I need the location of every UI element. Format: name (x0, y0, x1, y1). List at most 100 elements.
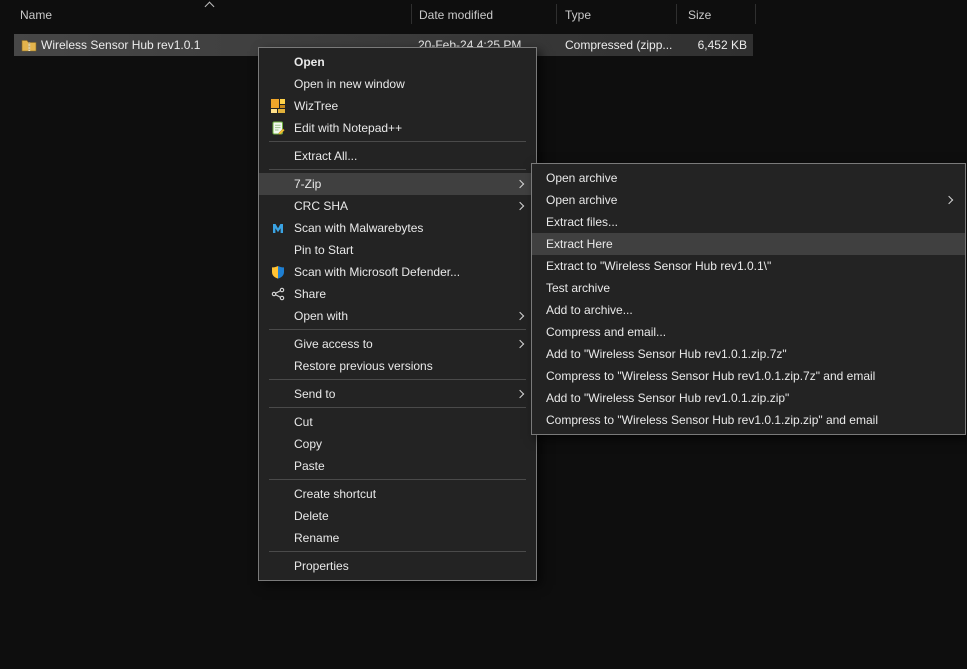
7zip-submenu-item-open-archive[interactable]: Open archive (532, 167, 965, 189)
7zip-submenu-item-add-to-wireless-sensor-hub-rev1-0-1-zip-zip[interactable]: Add to "Wireless Sensor Hub rev1.0.1.zip… (532, 387, 965, 409)
column-header-name[interactable]: Name (0, 2, 411, 28)
context-menu-item-copy[interactable]: Copy (259, 433, 536, 455)
7zip-submenu-item-label: Test archive (546, 281, 610, 295)
7zip-submenu-item-test-archive[interactable]: Test archive (532, 277, 965, 299)
context-menu-item-label: 7-Zip (294, 177, 321, 191)
context-menu-item-label: Open with (294, 309, 348, 323)
context-menu-item-label: Edit with Notepad++ (294, 121, 402, 135)
7zip-submenu-item-compress-to-wireless-sensor-hub-rev1-0-1-zip-zip-and-email[interactable]: Compress to "Wireless Sensor Hub rev1.0.… (532, 409, 965, 431)
menu-icon-slot (269, 308, 287, 324)
column-header-size[interactable]: Size (676, 2, 755, 28)
menu-icon-slot (269, 148, 287, 164)
context-menu-item-edit-with-notepad[interactable]: Edit with Notepad++ (259, 117, 536, 139)
7zip-submenu-item-add-to-archive[interactable]: Add to archive... (532, 299, 965, 321)
menu-icon-slot (269, 558, 287, 574)
7zip-submenu-item-label: Add to "Wireless Sensor Hub rev1.0.1.zip… (546, 347, 787, 361)
context-menu-item-open[interactable]: Open (259, 51, 536, 73)
context-menu-item-pin-to-start[interactable]: Pin to Start (259, 239, 536, 261)
context-menu-separator (269, 379, 526, 380)
malwarebytes-icon (269, 220, 287, 236)
context-menu-item-share[interactable]: Share (259, 283, 536, 305)
context-menu-item-open-with[interactable]: Open with (259, 305, 536, 327)
context-menu-item-send-to[interactable]: Send to (259, 383, 536, 405)
7zip-submenu-item-extract-to-wireless-sensor-hub-rev1-0-1[interactable]: Extract to "Wireless Sensor Hub rev1.0.1… (532, 255, 965, 277)
notepadpp-icon (269, 120, 287, 136)
7zip-submenu-item-extract-here[interactable]: Extract Here (532, 233, 965, 255)
menu-icon-slot (269, 386, 287, 402)
menu-icon-slot (269, 336, 287, 352)
column-divider[interactable] (411, 4, 412, 24)
context-menu-item-cut[interactable]: Cut (259, 411, 536, 433)
chevron-right-icon (516, 180, 524, 188)
context-menu-item-label: Open (294, 55, 325, 69)
wiztree-icon (269, 98, 287, 114)
7zip-submenu-item-label: Compress and email... (546, 325, 666, 339)
menu-icon-slot (269, 458, 287, 474)
chevron-right-icon (516, 390, 524, 398)
context-menu-item-crc-sha[interactable]: CRC SHA (259, 195, 536, 217)
context-menu-item-delete[interactable]: Delete (259, 505, 536, 527)
7zip-submenu-item-compress-and-email[interactable]: Compress and email... (532, 321, 965, 343)
chevron-right-icon (516, 312, 524, 320)
column-header-bar: Name Date modified Type Size (0, 0, 967, 28)
context-menu-separator (269, 169, 526, 170)
menu-icon-slot (269, 530, 287, 546)
context-menu-item-7-zip[interactable]: 7-Zip (259, 173, 536, 195)
context-menu-item-label: Properties (294, 559, 349, 573)
7zip-submenu-item-open-archive[interactable]: Open archive (532, 189, 965, 211)
column-divider[interactable] (556, 4, 557, 24)
context-menu-separator (269, 329, 526, 330)
context-menu-separator (269, 141, 526, 142)
7zip-submenu-item-label: Extract Here (546, 237, 613, 251)
column-divider[interactable] (755, 4, 756, 24)
context-menu-item-wiztree[interactable]: WizTree (259, 95, 536, 117)
context-menu-item-label: Share (294, 287, 326, 301)
7zip-submenu-item-add-to-wireless-sensor-hub-rev1-0-1-zip-7z[interactable]: Add to "Wireless Sensor Hub rev1.0.1.zip… (532, 343, 965, 365)
column-header-type[interactable]: Type (556, 2, 676, 28)
column-divider[interactable] (676, 4, 677, 24)
context-menu-item-label: Paste (294, 459, 325, 473)
context-menu-item-label: Create shortcut (294, 487, 376, 501)
7zip-submenu-item-extract-files[interactable]: Extract files... (532, 211, 965, 233)
7zip-submenu-item-label: Add to "Wireless Sensor Hub rev1.0.1.zip… (546, 391, 789, 405)
context-menu-separator (269, 551, 526, 552)
context-menu-item-label: Rename (294, 531, 339, 545)
7zip-submenu: Open archiveOpen archive Extract files...… (531, 163, 966, 435)
defender-shield-icon (269, 264, 287, 280)
menu-icon-slot (269, 358, 287, 374)
context-menu-item-scan-with-microsoft-defender[interactable]: Scan with Microsoft Defender... (259, 261, 536, 283)
menu-icon-slot (269, 54, 287, 70)
7zip-submenu-item-label: Compress to "Wireless Sensor Hub rev1.0.… (546, 413, 878, 427)
context-menu-item-label: Scan with Microsoft Defender... (294, 265, 460, 279)
7zip-submenu-item-label: Add to archive... (546, 303, 633, 317)
context-menu: Open Open in new window WizTree Edit with N… (258, 47, 537, 581)
context-menu-separator (269, 479, 526, 480)
menu-icon-slot (269, 414, 287, 430)
zip-file-icon (21, 37, 37, 58)
context-menu-item-extract-all[interactable]: Extract All... (259, 145, 536, 167)
column-header-date-modified[interactable]: Date modified (411, 2, 556, 28)
context-menu-item-rename[interactable]: Rename (259, 527, 536, 549)
menu-icon-slot (269, 242, 287, 258)
context-menu-item-label: Pin to Start (294, 243, 353, 257)
context-menu-item-label: Open in new window (294, 77, 405, 91)
context-menu-item-scan-with-malwarebytes[interactable]: Scan with Malwarebytes (259, 217, 536, 239)
context-menu-item-give-access-to[interactable]: Give access to (259, 333, 536, 355)
context-menu-item-label: WizTree (294, 99, 338, 113)
context-menu-item-properties[interactable]: Properties (259, 555, 536, 577)
7zip-submenu-item-label: Extract files... (546, 215, 618, 229)
context-menu-item-label: Cut (294, 415, 313, 429)
chevron-right-icon (516, 202, 524, 210)
chevron-right-icon (945, 196, 953, 204)
7zip-submenu-item-label: Compress to "Wireless Sensor Hub rev1.0.… (546, 369, 875, 383)
context-menu-item-label: Give access to (294, 337, 373, 351)
7zip-submenu-item-compress-to-wireless-sensor-hub-rev1-0-1-zip-7z-and-email[interactable]: Compress to "Wireless Sensor Hub rev1.0.… (532, 365, 965, 387)
context-menu-item-restore-previous-versions[interactable]: Restore previous versions (259, 355, 536, 377)
context-menu-item-create-shortcut[interactable]: Create shortcut (259, 483, 536, 505)
share-icon (269, 286, 287, 302)
context-menu-item-label: Restore previous versions (294, 359, 433, 373)
context-menu-item-open-in-new-window[interactable]: Open in new window (259, 73, 536, 95)
context-menu-item-label: Extract All... (294, 149, 357, 163)
7zip-submenu-item-label: Extract to "Wireless Sensor Hub rev1.0.1… (546, 259, 771, 273)
context-menu-item-paste[interactable]: Paste (259, 455, 536, 477)
